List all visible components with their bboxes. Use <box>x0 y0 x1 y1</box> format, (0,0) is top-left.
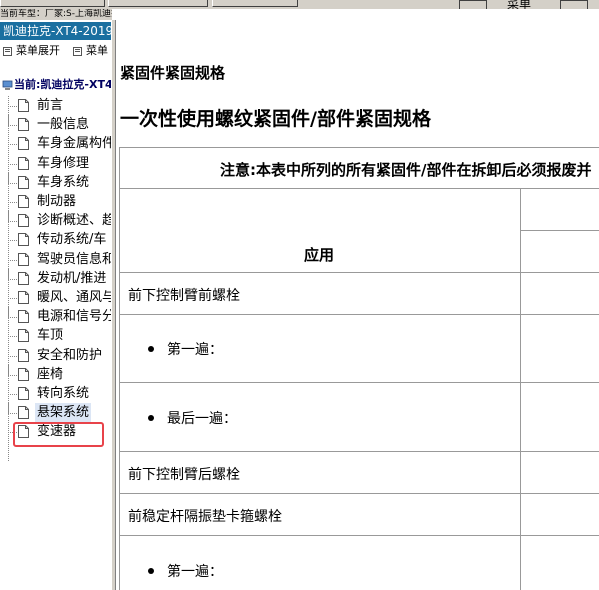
document-icon <box>18 387 29 400</box>
tree-item[interactable]: 传动系统/车 <box>0 230 111 249</box>
table-row-bullet: 最后一遍： <box>148 408 237 428</box>
tree-item-label: 诊断概述、趋 <box>37 213 111 229</box>
table-divider <box>120 314 599 315</box>
expand-menu-icon[interactable] <box>3 46 12 56</box>
document-icon <box>18 214 29 228</box>
tree-item[interactable]: 转向系统 <box>0 384 111 403</box>
table-row-bullet: 第一遍： <box>148 561 223 581</box>
bullet-icon <box>148 415 154 421</box>
table-row-label: 前下控制臂前螺栓 <box>128 288 240 304</box>
document-icon <box>18 156 29 170</box>
tree-item[interactable]: 发动机/推进 <box>0 268 111 288</box>
table-divider <box>120 493 599 494</box>
tree-item[interactable]: 悬架系统 <box>0 403 111 423</box>
document-icon <box>18 329 29 343</box>
collapse-menu-link[interactable]: 菜单 <box>86 44 108 57</box>
bullet-icon <box>148 346 154 352</box>
tree-item[interactable]: 车顶 <box>0 326 111 345</box>
toolbar-button-1[interactable] <box>0 0 105 7</box>
tree-item[interactable]: 前言 <box>0 96 111 115</box>
tree-item[interactable]: 暖风、通风与 <box>0 288 111 307</box>
toolbar: 菜单 <box>0 0 599 9</box>
document-icon <box>18 348 29 362</box>
tree-item-label: 座椅 <box>37 366 64 382</box>
tree-item[interactable]: 一般信息 <box>0 115 111 134</box>
table-divider <box>120 535 599 536</box>
tree-item-label: 车身修理 <box>37 155 90 171</box>
document-icon <box>18 367 29 381</box>
tree-item-label: 转向系统 <box>37 386 90 401</box>
document-icon <box>18 271 29 285</box>
document-icon <box>18 233 29 247</box>
document-icon <box>18 310 29 324</box>
toolbar-button-4[interactable] <box>459 0 487 9</box>
toolbar-button-5[interactable] <box>560 0 588 9</box>
table-row-bullet: 第一遍： <box>148 339 223 359</box>
collapse-menu-icon[interactable] <box>73 46 82 56</box>
document-icon <box>18 118 29 132</box>
tree-item-label: 发动机/推进 <box>37 270 107 286</box>
tree-item-label: 车身金属构件 <box>37 136 111 152</box>
document-icon <box>18 406 29 420</box>
tree-item[interactable]: 安全和防护 <box>0 345 111 365</box>
tree-item[interactable]: 电源和信号分 <box>0 307 111 326</box>
document-icon <box>18 99 29 112</box>
content-pane: 紧固件紧固规格 一次性使用螺纹紧固件/部件紧固规格 注意:本表中所列的所有紧固件… <box>116 20 599 590</box>
table-row-label: 前稳定杆隔振垫卡箍螺栓 <box>128 509 282 525</box>
selection-highlight <box>13 422 104 447</box>
table-divider <box>520 230 599 231</box>
tree-item-label: 驾驶员信息和 <box>37 251 111 267</box>
tree-item[interactable]: 驾驶员信息和 <box>0 249 111 269</box>
tree-item-label: 传动系统/车 <box>37 232 107 248</box>
bullet-icon <box>148 568 154 574</box>
document-icon <box>18 137 29 151</box>
fastener-spec-table: 注意:本表中所列的所有紧固件/部件在拆卸后必须报废并 应用 前下控制臂前螺栓 第… <box>119 147 599 590</box>
tree-item[interactable]: 座椅 <box>0 364 111 384</box>
table-divider <box>120 188 599 189</box>
tree-item-label: 一般信息 <box>37 117 90 133</box>
page-heading: 一次性使用螺纹紧固件/部件紧固规格 <box>120 108 431 130</box>
computer-icon <box>2 80 13 90</box>
tree-item-label: 车身系统 <box>37 174 90 190</box>
current-node[interactable]: 当前:凯迪拉克-XT4 <box>2 76 111 94</box>
tree-item[interactable]: 车身金属构件 <box>0 134 111 153</box>
document-icon <box>18 175 29 189</box>
table-column-divider <box>520 188 521 590</box>
table-note: 注意:本表中所列的所有紧固件/部件在拆卸后必须报废并 <box>220 161 592 179</box>
model-title[interactable]: 凯迪拉克-XT4-2019 <box>0 22 111 40</box>
tree-item-label: 安全和防护 <box>37 347 103 363</box>
tree-item-label: 电源和信号分 <box>37 309 111 325</box>
tree-item-label: 制动器 <box>37 194 77 209</box>
tree-item[interactable]: 车身系统 <box>0 172 111 192</box>
toolbar-button-2[interactable] <box>108 0 208 7</box>
document-icon <box>18 195 29 208</box>
document-icon <box>18 291 29 304</box>
tree-item[interactable]: 车身修理 <box>0 153 111 173</box>
tree-item[interactable]: 诊断概述、趋 <box>0 211 111 230</box>
tree-item-label: 暖风、通风与 <box>37 290 111 305</box>
tree-item-label: 车顶 <box>37 328 64 344</box>
navigation-tree-panel: 凯迪拉克-XT4-2019 菜单展开 菜单 当前:凯迪拉克-XT4 前言一般信息车… <box>0 20 111 590</box>
current-node-label: 当前:凯迪拉克-XT4 <box>14 78 111 91</box>
table-row-label: 前下控制臂后螺栓 <box>128 467 240 483</box>
table-header-apply: 应用 <box>304 246 335 264</box>
table-divider <box>120 451 599 452</box>
section-title: 紧固件紧固规格 <box>120 64 226 82</box>
tree-item-label: 悬架系统 <box>35 403 92 423</box>
document-icon <box>18 252 29 266</box>
menu-label[interactable]: 菜单 <box>507 0 531 9</box>
tree-item-label: 前言 <box>37 98 64 113</box>
tree-item[interactable]: 制动器 <box>0 192 111 211</box>
current-vehicle-line: 当前车型：厂家:S-上海凯迪拉克XT42019 <box>0 9 112 20</box>
table-divider <box>120 272 599 273</box>
table-divider <box>120 382 599 383</box>
menu-controls: 菜单展开 菜单 <box>0 42 111 60</box>
expand-menu-link[interactable]: 菜单展开 <box>16 44 60 57</box>
toolbar-button-3[interactable] <box>212 0 298 7</box>
